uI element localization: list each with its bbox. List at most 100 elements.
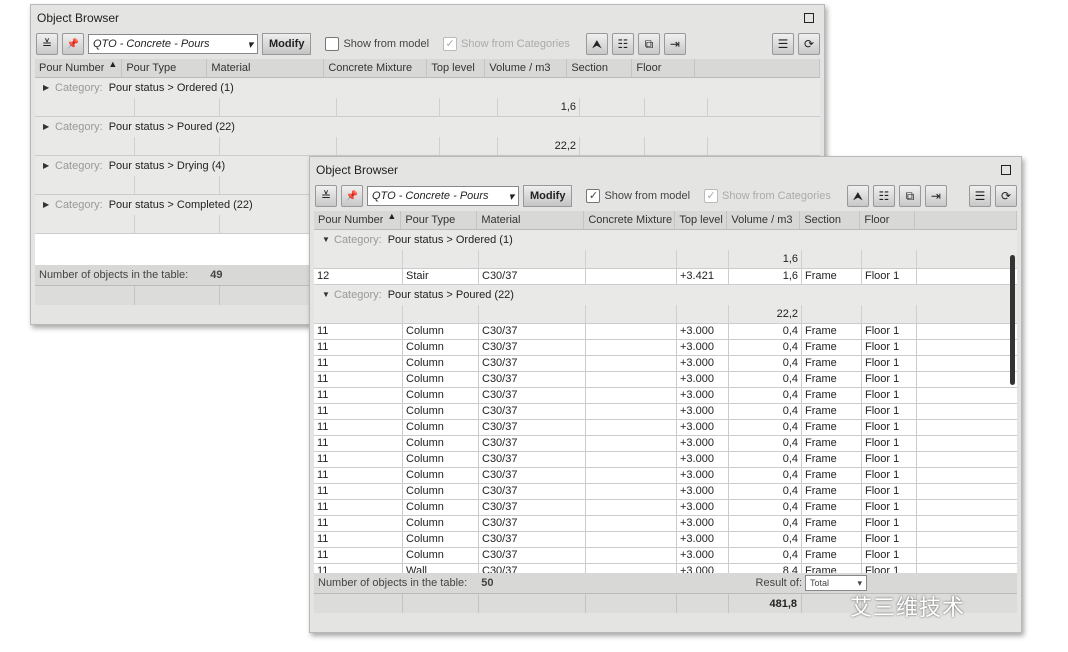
volume-cell: 0,4 [729, 436, 802, 451]
export-button[interactable]: ⇥ [663, 33, 686, 55]
category-group-row[interactable]: ▼ Category: Pour status > Poured (22) 22,2 [314, 285, 1017, 324]
collapse-all-button[interactable]: ≚ [315, 185, 337, 207]
menu-button[interactable]: ☰ [969, 185, 991, 207]
show-from-categories-checkbox[interactable]: ✓ Show from Categories [443, 37, 570, 51]
show-from-model-checkbox[interactable]: ✓ Show from model [586, 189, 690, 203]
refresh-button[interactable]: ⟳ [995, 185, 1017, 207]
expanded-arrow-icon[interactable]: ▼ [322, 285, 330, 305]
pour-number-cell: 11 [314, 516, 403, 531]
category-group-row[interactable]: ▶ Category: Pour status > Poured (22) 22,2 [35, 117, 820, 156]
show-from-model-checkbox[interactable]: Show from model [325, 37, 429, 51]
window-button[interactable]: ⧉ [898, 185, 921, 207]
section-cell: Frame [802, 340, 862, 355]
table-row[interactable]: 11 Wall C30/37 +3.000 8,4 Frame Floor 1 [314, 564, 1017, 573]
double-chevron-down-icon: ≚ [320, 189, 332, 203]
category-group-row[interactable]: ▶ Category: Pour status > Ordered (1) 1,6 [35, 78, 820, 117]
collapsed-arrow-icon[interactable]: ▶ [43, 117, 49, 137]
section-cell: Frame [802, 548, 862, 563]
object-count-value: 49 [210, 269, 223, 281]
checkbox-box[interactable]: ✓ [586, 189, 601, 203]
double-chevron-down-icon: ≚ [41, 37, 53, 51]
material-cell: C30/37 [479, 372, 586, 387]
column-header[interactable]: Section [800, 211, 861, 229]
category-group-row[interactable]: ▼ Category: Pour status > Ordered (1) 1,6 [314, 230, 1017, 269]
top-level-cell: +3.000 [677, 548, 729, 563]
table-row[interactable]: 11 Column C30/37 +3.000 0,4 Frame Floor 1 [314, 484, 1017, 500]
list-view-button[interactable]: ☷ [611, 33, 634, 55]
maximize-button[interactable] [1001, 165, 1011, 175]
material-cell: C30/37 [479, 500, 586, 515]
column-header[interactable]: Material [477, 211, 585, 229]
column-header[interactable]: Concrete Mixture [584, 211, 676, 229]
table-row[interactable]: 11 Column C30/37 +3.000 0,4 Frame Floor 1 [314, 404, 1017, 420]
column-header[interactable]: Section [567, 59, 633, 77]
column-header[interactable]: Pour Type [401, 211, 478, 229]
select-in-model-button[interactable]: ⮝ [585, 33, 608, 55]
checkbox-box[interactable]: ✓ [704, 189, 719, 203]
column-header[interactable]: Top level [427, 59, 486, 77]
result-of-select[interactable]: Total ▾ [805, 575, 867, 591]
table-row[interactable]: 11 Column C30/37 +3.000 0,4 Frame Floor 1 [314, 340, 1017, 356]
subtotal-cell [586, 250, 677, 268]
select-in-model-button[interactable]: ⮝ [846, 185, 869, 207]
refresh-button[interactable]: ⟳ [798, 33, 820, 55]
subtotal-cell [337, 137, 440, 155]
section-cell: Frame [802, 420, 862, 435]
pour-number-cell: 11 [314, 420, 403, 435]
column-header[interactable]: Pour Number [314, 211, 383, 229]
window-title: Object Browser [310, 157, 1021, 183]
concrete-mixture-cell [586, 532, 677, 547]
menu-button[interactable]: ☰ [772, 33, 794, 55]
subtotal-cell [35, 215, 135, 233]
maximize-button[interactable] [804, 13, 814, 23]
collapsed-arrow-icon[interactable]: ▶ [43, 195, 49, 215]
view-select[interactable]: QTO - Concrete - Pours ▾ [88, 34, 258, 54]
table-row[interactable]: 11 Column C30/37 +3.000 0,4 Frame Floor 1 [314, 532, 1017, 548]
table-row[interactable]: 11 Column C30/37 +3.000 0,4 Frame Floor 1 [314, 324, 1017, 340]
column-header[interactable]: Top level [675, 211, 728, 229]
table-row[interactable]: 11 Column C30/37 +3.000 0,4 Frame Floor 1 [314, 356, 1017, 372]
column-header[interactable]: Pour Type [122, 59, 208, 77]
toolbar: ≚ 📌 QTO - Concrete - Pours ▾ Modify ✓ Show fro… [310, 183, 1021, 209]
expanded-arrow-icon[interactable]: ▼ [322, 230, 330, 250]
collapse-all-button[interactable]: ≚ [36, 33, 58, 55]
list-view-button[interactable]: ☷ [872, 185, 895, 207]
collapsed-arrow-icon[interactable]: ▶ [43, 78, 49, 98]
column-header[interactable]: Concrete Mixture [324, 59, 428, 77]
table-row[interactable]: 11 Column C30/37 +3.000 0,4 Frame Floor 1 [314, 436, 1017, 452]
volume-cell: 0,4 [729, 340, 802, 355]
modify-button[interactable]: Modify [523, 185, 573, 207]
column-header[interactable]: Floor [860, 211, 916, 229]
view-select[interactable]: QTO - Concrete - Pours ▾ [367, 186, 519, 206]
collapsed-arrow-icon[interactable]: ▶ [43, 156, 49, 176]
pin-button[interactable]: 📌 [341, 185, 363, 207]
table-row[interactable]: 11 Column C30/37 +3.000 0,4 Frame Floor 1 [314, 468, 1017, 484]
table-row[interactable]: 11 Column C30/37 +3.000 0,4 Frame Floor 1 [314, 372, 1017, 388]
table-row[interactable]: 12 Stair C30/37 +3.421 1,6 Frame Floor 1 [314, 269, 1017, 285]
column-header[interactable]: Floor [632, 59, 696, 77]
table-row[interactable]: 11 Column C30/37 +3.000 0,4 Frame Floor 1 [314, 388, 1017, 404]
table-row[interactable]: 11 Column C30/37 +3.000 0,4 Frame Floor 1 [314, 452, 1017, 468]
column-header[interactable]: Volume / m3 [727, 211, 801, 229]
top-level-cell: +3.000 [677, 564, 729, 573]
table-row[interactable]: 11 Column C30/37 +3.000 0,4 Frame Floor 1 [314, 548, 1017, 564]
concrete-mixture-cell [586, 564, 677, 573]
pin-button[interactable]: 📌 [62, 33, 84, 55]
column-header[interactable]: Volume / m3 [485, 59, 568, 77]
show-from-categories-checkbox[interactable]: ✓ Show from Categories [704, 189, 831, 203]
checkbox-box[interactable] [325, 37, 340, 51]
window-button[interactable]: ⧉ [637, 33, 660, 55]
category-name: Pour status > Completed (22) [108, 199, 253, 211]
modify-button[interactable]: Modify [262, 33, 312, 55]
table-row[interactable]: 11 Column C30/37 +3.000 0,4 Frame Floor 1 [314, 516, 1017, 532]
table-row[interactable]: 11 Column C30/37 +3.000 0,4 Frame Floor 1 [314, 500, 1017, 516]
column-header[interactable]: Pour Number [35, 59, 104, 77]
total-cell [403, 594, 479, 613]
table-row[interactable]: 11 Column C30/37 +3.000 0,4 Frame Floor 1 [314, 420, 1017, 436]
export-button[interactable]: ⇥ [924, 185, 947, 207]
column-header[interactable]: Material [207, 59, 325, 77]
vertical-scrollbar[interactable] [1010, 255, 1015, 385]
top-level-cell: +3.000 [677, 532, 729, 547]
checkbox-box[interactable]: ✓ [443, 37, 458, 51]
category-name: Pour status > Ordered (1) [387, 234, 513, 246]
